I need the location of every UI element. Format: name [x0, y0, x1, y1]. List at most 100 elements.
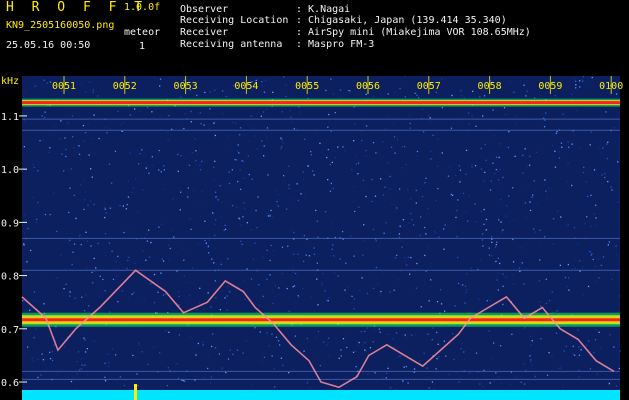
noise-dot [489, 189, 492, 191]
noise-dot [127, 180, 130, 182]
noise-dot [471, 115, 473, 117]
noise-dot [239, 127, 242, 129]
noise-dot [168, 258, 170, 261]
noise-dot [604, 172, 606, 175]
noise-dot [49, 147, 51, 149]
noise-dot [85, 231, 87, 233]
noise-dot [69, 239, 71, 241]
noise-dot [226, 302, 228, 304]
noise-dot [178, 295, 180, 297]
noise-dot [619, 295, 621, 297]
noise-dot [607, 141, 609, 143]
noise-dot [131, 293, 133, 295]
noise-dot [355, 156, 357, 158]
noise-dot [518, 267, 520, 269]
noise-dot [460, 179, 462, 181]
noise-dot [95, 267, 97, 269]
noise-dot [290, 116, 292, 118]
noise-dot [573, 78, 575, 80]
noise-dot [485, 229, 488, 231]
noise-dot [573, 134, 575, 136]
noise-dot [36, 218, 38, 221]
noise-dot [199, 287, 201, 289]
noise-dot [250, 115, 252, 117]
noise-dot [467, 220, 469, 222]
noise-dot [64, 137, 66, 139]
noise-dot [505, 215, 507, 217]
noise-dot [452, 333, 454, 335]
noise-dot [191, 152, 193, 154]
noise-dot [397, 279, 400, 281]
noise-dot [493, 342, 495, 344]
noise-dot [529, 355, 531, 357]
noise-dot [354, 210, 356, 213]
noise-dot [420, 216, 422, 218]
noise-dot [375, 266, 377, 269]
noise-dot [167, 131, 169, 134]
noise-dot [153, 273, 156, 276]
noise-dot [365, 155, 367, 158]
noise-dot [355, 350, 357, 352]
noise-dot [72, 136, 74, 138]
noise-dot [502, 273, 504, 275]
noise-dot [194, 138, 196, 140]
noise-dot [364, 349, 366, 351]
noise-dot [410, 198, 412, 200]
noise-dot [534, 97, 536, 99]
noise-dot [396, 254, 398, 256]
noise-dot [214, 89, 216, 91]
noise-dot [187, 187, 189, 189]
noise-dot [160, 171, 162, 173]
noise-dot [226, 309, 228, 311]
noise-dot [235, 122, 237, 124]
noise-dot [484, 143, 486, 146]
noise-dot [207, 355, 209, 358]
noise-dot [84, 191, 87, 193]
noise-dot [491, 236, 493, 238]
noise-dot [254, 242, 256, 244]
noise-dot [104, 362, 106, 364]
noise-dot [482, 245, 484, 247]
noise-dot [374, 195, 377, 197]
noise-dot [227, 95, 229, 97]
noise-dot [512, 261, 515, 263]
noise-dot [310, 151, 312, 153]
noise-dot [531, 196, 533, 198]
noise-dot [357, 161, 359, 163]
noise-dot [138, 342, 140, 344]
noise-dot [411, 218, 413, 221]
noise-dot [548, 187, 550, 189]
noise-dot [195, 159, 197, 162]
noise-dot [574, 354, 576, 356]
noise-dot [23, 146, 25, 148]
noise-dot [497, 257, 499, 259]
noise-dot [198, 301, 201, 304]
noise-dot [278, 193, 280, 196]
noise-dot [142, 189, 144, 191]
noise-dot [238, 218, 241, 220]
noise-dot [71, 115, 74, 117]
noise-dot [372, 142, 375, 144]
noise-dot [272, 91, 274, 93]
noise-dot [236, 206, 238, 209]
noise-dot [48, 151, 50, 153]
noise-dot [328, 355, 330, 357]
noise-dot [558, 157, 561, 159]
noise-dot [379, 331, 381, 333]
noise-dot [42, 359, 45, 361]
noise-dot [199, 164, 201, 167]
noise-dot [303, 197, 305, 199]
noise-dot [404, 334, 406, 336]
noise-dot [409, 122, 411, 125]
time-label: 0051 [52, 81, 76, 92]
noise-dot [225, 95, 227, 98]
noise-dot [616, 263, 618, 265]
noise-dot [75, 217, 77, 220]
noise-dot [172, 198, 174, 200]
noise-dot [92, 91, 94, 93]
noise-dot [146, 240, 148, 242]
noise-dot [183, 247, 185, 249]
noise-dot [342, 146, 344, 148]
noise-dot [393, 122, 395, 124]
noise-dot [145, 259, 147, 261]
